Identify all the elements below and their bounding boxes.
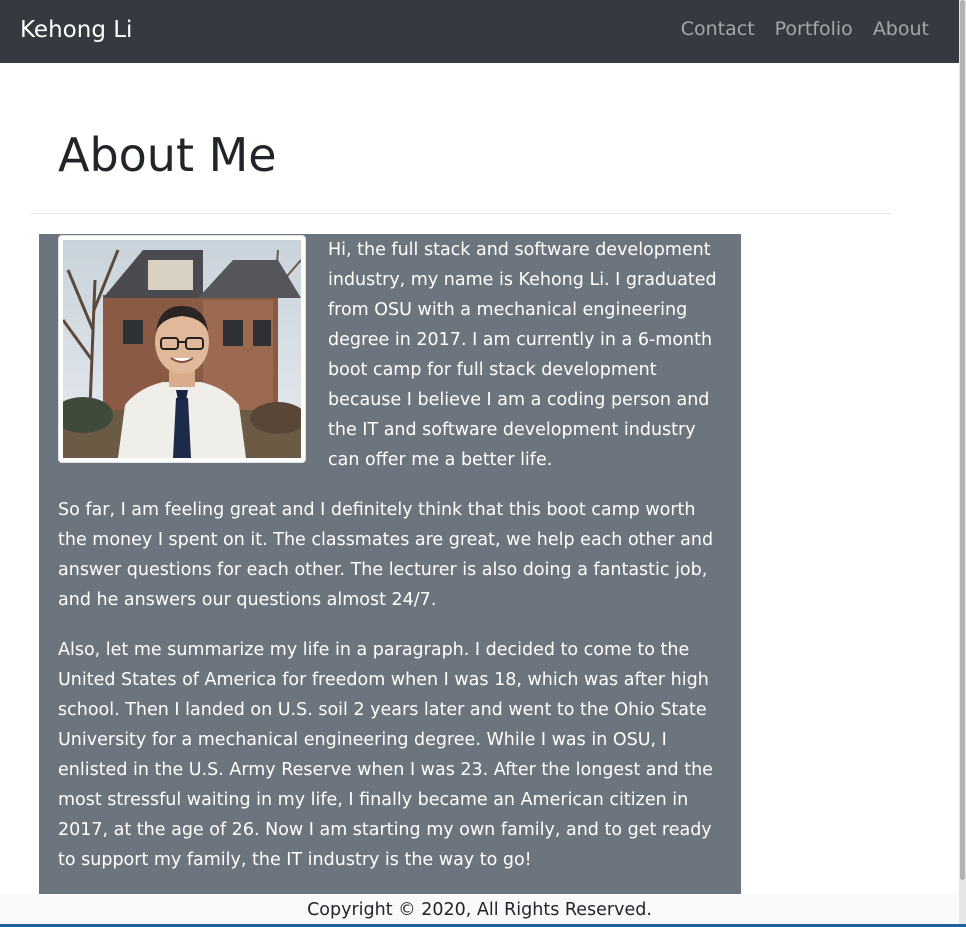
brand-link[interactable]: Kehong Li [20, 15, 132, 45]
scrollbar[interactable] [959, 0, 966, 927]
life-summary-paragraph: Also, let me summarize my life in a para… [58, 640, 713, 870]
profile-photo-frame [58, 235, 306, 463]
scrollbar-thumb[interactable] [960, 0, 965, 880]
footer: Copyright © 2020, All Rights Reserved. [0, 894, 959, 924]
nav-links: Contact Portfolio About [681, 16, 929, 42]
nav-link-portfolio[interactable]: Portfolio [775, 16, 853, 42]
bootcamp-paragraph: So far, I am feeling great and I definit… [58, 500, 714, 610]
nav-link-contact[interactable]: Contact [681, 16, 755, 42]
divider [30, 213, 891, 214]
nav-link-about[interactable]: About [873, 16, 929, 42]
page-title: About Me [58, 128, 277, 182]
about-content-card: Hi, the full stack and software developm… [39, 234, 741, 894]
intro-paragraph: Hi, the full stack and software developm… [328, 240, 717, 470]
navbar: Kehong Li Contact Portfolio About [0, 0, 959, 63]
profile-photo [63, 240, 301, 458]
copyright-text: Copyright © 2020, All Rights Reserved. [307, 900, 652, 920]
